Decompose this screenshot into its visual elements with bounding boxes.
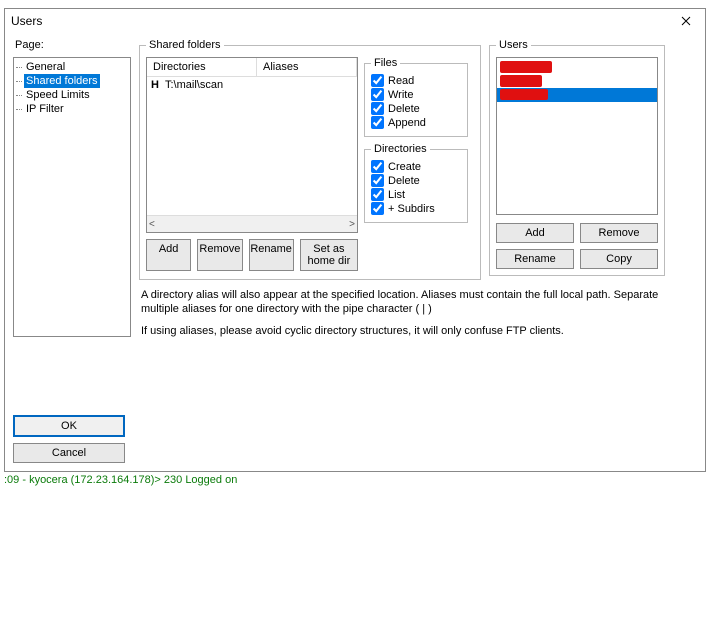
perm-append-checkbox[interactable] [371,116,384,129]
status-line: :09 - kyocera (172.23.164.178)> 230 Logg… [0,472,711,486]
users-list[interactable] [496,57,658,215]
user-copy-button[interactable]: Copy [580,249,658,269]
files-permissions: Files Read Write Delete Append [364,57,468,137]
users-section: Users Add Remove Rename Copy [489,39,665,280]
ok-button[interactable]: OK [13,415,125,437]
col-aliases[interactable]: Aliases [257,58,357,76]
close-button[interactable] [671,11,701,31]
scroll-left-icon[interactable]: < [149,219,155,230]
files-legend: Files [371,57,400,69]
perm-list[interactable]: List [371,188,463,201]
users-dialog: Users Page: General Shared folders Speed… [4,8,706,472]
page-label: Page: [15,39,131,51]
dialog-title: Users [11,14,42,28]
cancel-button[interactable]: Cancel [13,443,125,463]
user-add-button[interactable]: Add [496,223,574,243]
perm-append[interactable]: Append [371,116,463,129]
directory-path: T:\mail\scan [165,79,223,91]
perm-delete-checkbox[interactable] [371,102,384,115]
dirs-permissions: Directories Create Delete List + Subdirs [364,143,468,223]
users-legend: Users [496,39,531,51]
perm-create[interactable]: Create [371,160,463,173]
perm-create-checkbox[interactable] [371,160,384,173]
perm-dir-delete-checkbox[interactable] [371,174,384,187]
perm-write[interactable]: Write [371,88,463,101]
dir-rename-button[interactable]: Rename [249,239,294,271]
tree-item-ip-filter[interactable]: IP Filter [24,102,130,116]
directories-list[interactable]: Directories Aliases H T:\mail\scan < [146,57,358,233]
perm-read[interactable]: Read [371,74,463,87]
redacted-user-2 [500,75,542,87]
scroll-right-icon[interactable]: > [349,219,355,230]
titlebar: Users [5,9,705,33]
col-directories[interactable]: Directories [147,58,257,76]
dirs-legend: Directories [371,143,430,155]
tree-item-speed-limits[interactable]: Speed Limits [24,88,130,102]
help-text-2: If using aliases, please avoid cyclic di… [141,324,695,338]
directory-row[interactable]: H T:\mail\scan [147,77,357,93]
permissions-column: Files Read Write Delete Append Directori… [364,57,468,271]
dir-remove-button[interactable]: Remove [197,239,242,271]
close-icon [681,16,691,26]
set-home-dir-button[interactable]: Set as home dir [300,239,358,271]
perm-subdirs[interactable]: + Subdirs [371,202,463,215]
perm-read-checkbox[interactable] [371,74,384,87]
users-fieldset: Users Add Remove Rename Copy [489,39,665,276]
perm-write-checkbox[interactable] [371,88,384,101]
shared-folders-fieldset: Shared folders Directories Aliases H [139,39,481,280]
redacted-user-1 [500,61,552,73]
shared-folders-section: Shared folders Directories Aliases H [139,39,481,280]
user-rename-button[interactable]: Rename [496,249,574,269]
horizontal-scrollbar[interactable]: < > [147,215,357,232]
perm-dir-delete[interactable]: Delete [371,174,463,187]
help-text-1: A directory alias will also appear at th… [141,288,695,316]
user-remove-button[interactable]: Remove [580,223,658,243]
shared-folders-legend: Shared folders [146,39,224,51]
perm-list-checkbox[interactable] [371,188,384,201]
tree-item-general[interactable]: General [24,60,130,74]
home-marker: H [151,79,165,91]
tree-item-shared-folders[interactable]: Shared folders [24,74,100,88]
directories-header: Directories Aliases [147,58,357,77]
dir-add-button[interactable]: Add [146,239,191,271]
perm-delete[interactable]: Delete [371,102,463,115]
left-column: Page: General Shared folders Speed Limit… [13,39,131,463]
redacted-user-3 [500,89,548,100]
perm-subdirs-checkbox[interactable] [371,202,384,215]
page-tree[interactable]: General Shared folders Speed Limits IP F… [13,57,131,337]
